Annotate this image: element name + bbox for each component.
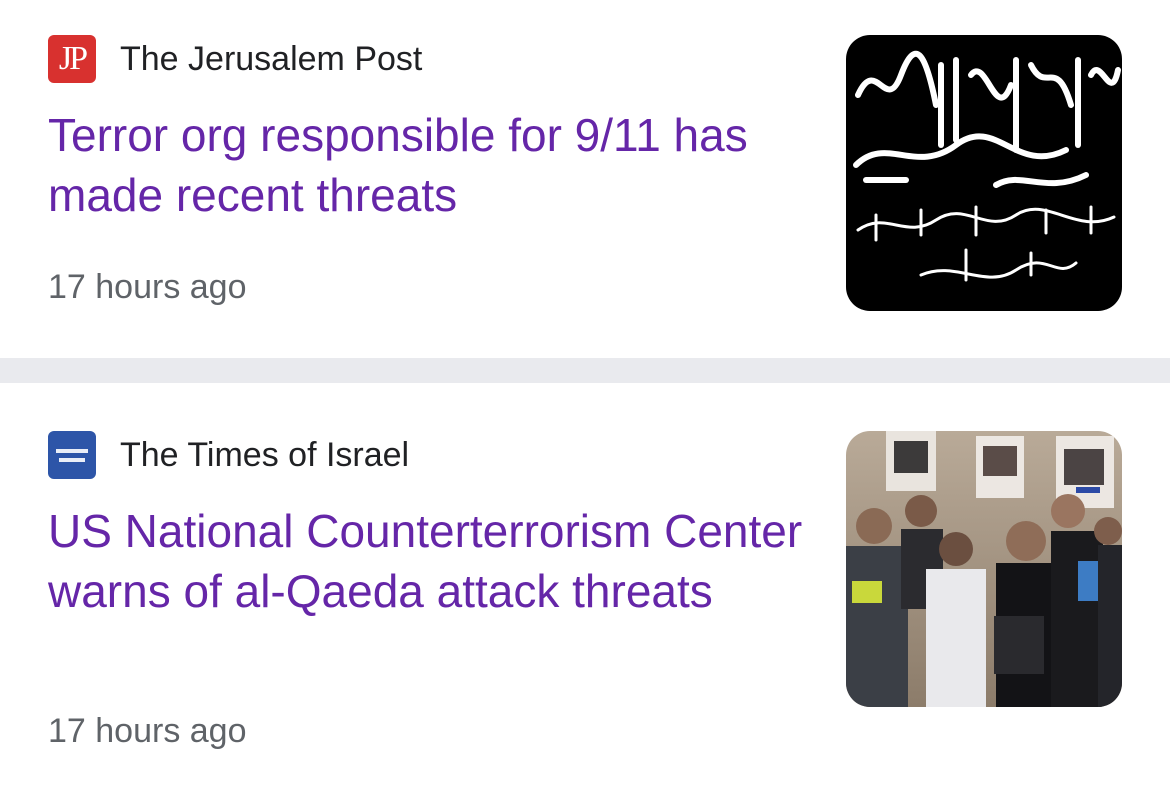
timestamp: 17 hours ago xyxy=(48,268,247,306)
headline-link[interactable]: Terror org responsible for 9/11 has made… xyxy=(48,105,808,225)
source-name: The Jerusalem Post xyxy=(120,39,423,78)
times-of-israel-logo-icon xyxy=(48,431,96,479)
source-row: The Times of Israel xyxy=(48,431,409,479)
timestamp: 17 hours ago xyxy=(48,712,247,750)
section-divider xyxy=(0,358,1170,383)
article-thumbnail[interactable] xyxy=(846,35,1122,311)
black-banner-image xyxy=(846,35,1122,311)
jerusalem-post-logo-icon: JP xyxy=(48,35,96,83)
news-card[interactable]: The Times of Israel US National Countert… xyxy=(0,383,1170,795)
source-row: JP The Jerusalem Post xyxy=(48,35,422,83)
source-name: The Times of Israel xyxy=(120,435,410,474)
article-thumbnail[interactable] xyxy=(846,431,1122,707)
headline-link[interactable]: US National Counterterrorism Center warn… xyxy=(48,501,808,621)
protest-photo-image xyxy=(846,431,1122,707)
news-card[interactable]: JP The Jerusalem Post Terror org respons… xyxy=(0,0,1170,358)
